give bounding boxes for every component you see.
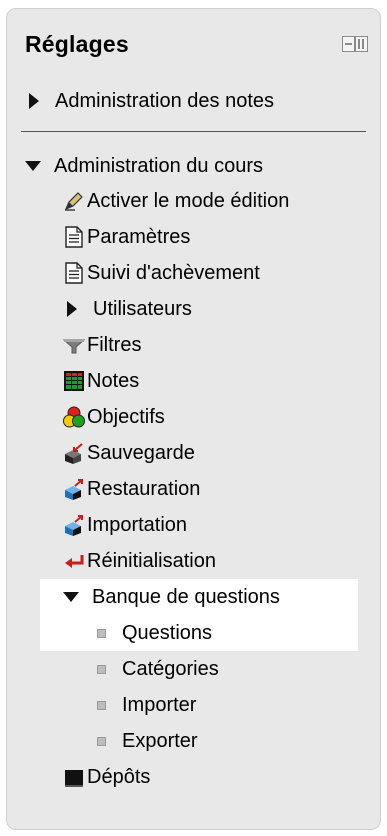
bullet-icon — [97, 700, 106, 710]
expand-down-icon[interactable] — [25, 161, 41, 171]
dock-block-icon[interactable] — [342, 36, 368, 53]
tree-item-question-bank[interactable]: Banque de questions — [7, 579, 380, 615]
tree-item-settings[interactable]: Paramètres — [7, 219, 380, 255]
tree-item-label[interactable]: Importer — [122, 694, 196, 717]
tree-item-reset[interactable]: Réinitialisation — [7, 543, 380, 579]
grades-spreadsheet-icon — [64, 371, 84, 391]
restore-box-icon — [65, 479, 83, 500]
tree-item-questions[interactable]: Questions — [7, 615, 380, 651]
tree-item-label[interactable]: Réinitialisation — [87, 550, 216, 573]
tree-item-users[interactable]: Utilisateurs — [7, 291, 380, 327]
tree-item-label[interactable]: Filtres — [87, 334, 141, 357]
tree-item-completion[interactable]: Suivi d'achèvement — [7, 255, 380, 291]
block-title: Réglages — [25, 31, 129, 57]
tree-item-label[interactable]: Restauration — [87, 478, 200, 501]
tree-item-label[interactable]: Activer le mode édition — [87, 190, 289, 213]
document-icon — [65, 226, 83, 248]
settings-block: Réglages Administration des notes Admini… — [6, 8, 381, 830]
outcomes-circles-icon — [63, 406, 85, 428]
tree-item-label[interactable]: Catégories — [122, 658, 219, 681]
tree-item-label[interactable]: Suivi d'achèvement — [87, 262, 260, 285]
tree-item-label[interactable]: Importation — [87, 514, 187, 537]
tree-item-grades[interactable]: Notes — [7, 363, 380, 399]
tree-item-course-admin[interactable]: Administration du cours — [7, 148, 380, 184]
tree-item-label[interactable]: Administration des notes — [55, 90, 274, 113]
tree-item-categories[interactable]: Catégories — [7, 651, 380, 687]
bullet-icon — [97, 664, 106, 674]
tree-item-label[interactable]: Notes — [87, 370, 139, 393]
backup-box-icon — [65, 443, 83, 464]
funnel-icon — [63, 339, 85, 354]
repository-drive-icon — [65, 770, 83, 787]
tree-item-label[interactable]: Exporter — [122, 730, 198, 753]
bullet-icon — [97, 736, 106, 746]
tree-item-label[interactable]: Banque de questions — [92, 586, 280, 609]
tree-item-label[interactable]: Utilisateurs — [93, 298, 192, 321]
tree-item-repositories[interactable]: Dépôts — [7, 759, 380, 795]
tree-item-restore[interactable]: Restauration — [7, 471, 380, 507]
tree-item-outcomes[interactable]: Objectifs — [7, 399, 380, 435]
expand-right-icon[interactable] — [29, 93, 39, 109]
expand-right-icon[interactable] — [67, 301, 77, 317]
bullet-icon — [97, 628, 106, 638]
expand-down-icon[interactable] — [63, 592, 79, 602]
tree-item-filters[interactable]: Filtres — [7, 327, 380, 363]
tree-item-import-questions[interactable]: Importer — [7, 687, 380, 723]
import-box-icon — [65, 515, 83, 536]
tree-item-label[interactable]: Sauvegarde — [87, 442, 195, 465]
tree-item-grades-admin[interactable]: Administration des notes — [7, 83, 380, 119]
tree-item-label[interactable]: Objectifs — [87, 406, 165, 429]
tree-item-import[interactable]: Importation — [7, 507, 380, 543]
tree-item-label[interactable]: Dépôts — [87, 766, 150, 789]
document-icon — [65, 262, 83, 284]
tree-item-label[interactable]: Paramètres — [87, 226, 190, 249]
tree-item-backup[interactable]: Sauvegarde — [7, 435, 380, 471]
tree-item-label[interactable]: Administration du cours — [54, 155, 263, 178]
block-header: Réglages — [7, 9, 380, 75]
tree-item-edit-mode[interactable]: Activer le mode édition — [7, 183, 380, 219]
reset-arrow-icon — [65, 555, 84, 568]
tree-item-label[interactable]: Questions — [122, 622, 212, 645]
tree-item-export-questions[interactable]: Exporter — [7, 723, 380, 759]
divider — [21, 131, 366, 132]
pencil-icon — [64, 192, 83, 211]
